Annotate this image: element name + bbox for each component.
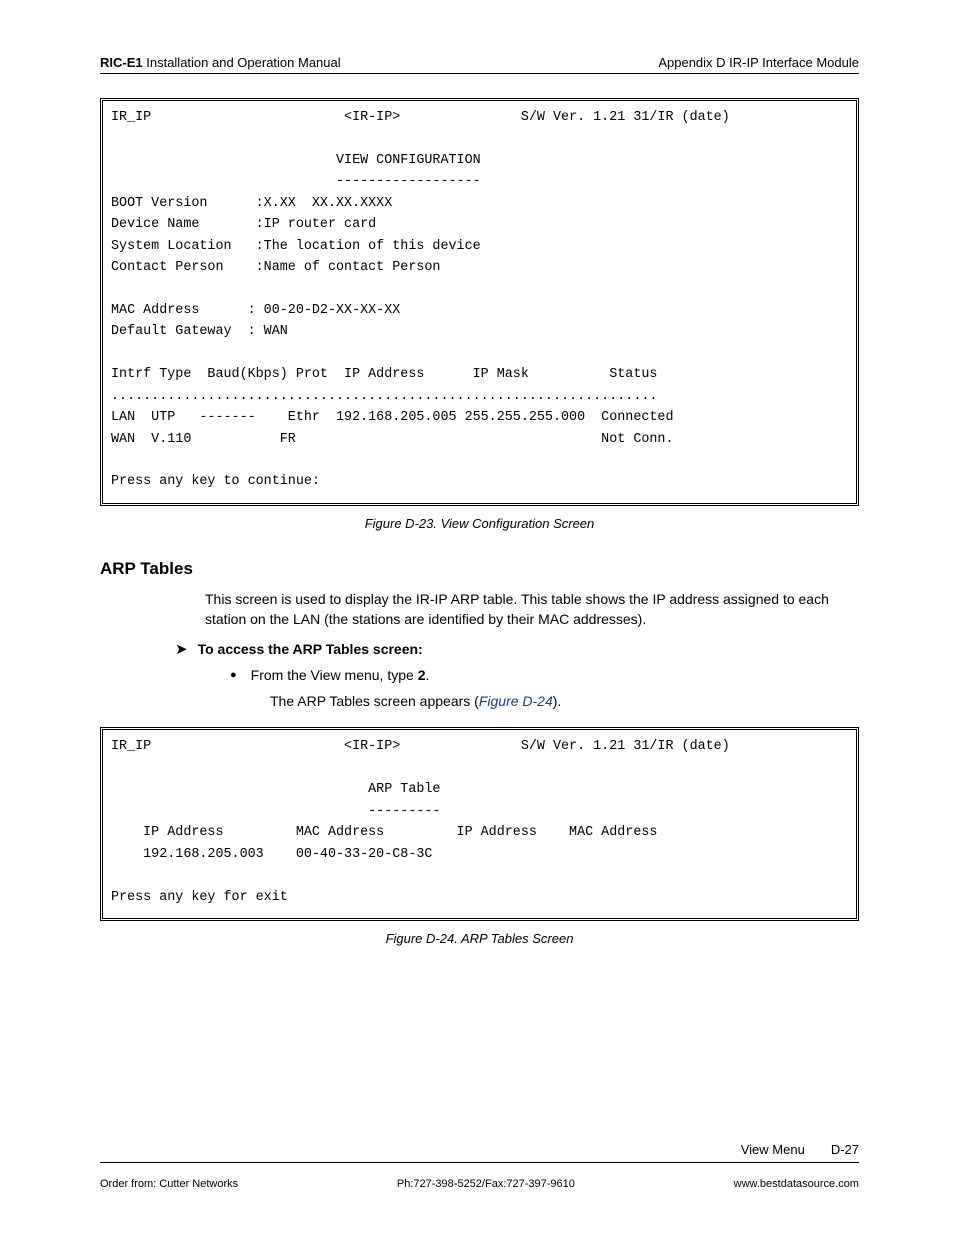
bullet-step: ● From the View menu, type 2.: [230, 667, 859, 683]
bullet-key: 2: [418, 667, 426, 683]
bullet-pre: From the View menu, type: [251, 667, 418, 683]
procedure-text: To access the ARP Tables screen:: [198, 641, 423, 657]
manual-title: Installation and Operation Manual: [143, 55, 341, 70]
bullet-text: From the View menu, type 2.: [251, 667, 430, 683]
footer-vendor: Order from: Cutter Networks: [100, 1178, 238, 1190]
bullet-post: .: [426, 667, 430, 683]
product-name: RIC-E1: [100, 55, 143, 70]
result-post: ).: [553, 693, 562, 709]
bullet-icon: ●: [230, 669, 237, 685]
figure-ref-link[interactable]: Figure D-24: [479, 693, 553, 709]
footer-top: View Menu D-27: [100, 1142, 859, 1157]
result-pre: The ARP Tables screen appears (: [270, 693, 479, 709]
header-right: Appendix D IR-IP Interface Module: [658, 55, 859, 70]
result-text: The ARP Tables screen appears (Figure D-…: [270, 693, 859, 709]
terminal-view-configuration: IR_IP <IR-IP> S/W Ver. 1.21 31/IR (date)…: [100, 98, 859, 506]
footer-page-number: D-27: [831, 1142, 859, 1157]
footer-phone: Ph:727-398-5252/Fax:727-397-9610: [397, 1178, 575, 1190]
figure-caption-d24: Figure D-24. ARP Tables Screen: [100, 931, 859, 946]
procedure-line: ➤ To access the ARP Tables screen:: [175, 641, 859, 657]
page-header: RIC-E1 Installation and Operation Manual…: [100, 55, 859, 74]
footer-section-label: View Menu: [741, 1142, 805, 1157]
footer-bottom: Order from: Cutter Networks Ph:727-398-5…: [100, 1178, 859, 1190]
terminal-arp-table: IR_IP <IR-IP> S/W Ver. 1.21 31/IR (date)…: [100, 727, 859, 921]
footer-url: www.bestdatasource.com: [734, 1178, 859, 1190]
arp-tables-description: This screen is used to display the IR-IP…: [205, 589, 859, 630]
arrow-icon: ➤: [175, 642, 188, 657]
section-title-arp-tables: ARP Tables: [100, 559, 859, 579]
figure-caption-d23: Figure D-23. View Configuration Screen: [100, 516, 859, 531]
footer-rule: [100, 1162, 859, 1163]
header-left: RIC-E1 Installation and Operation Manual: [100, 55, 341, 70]
